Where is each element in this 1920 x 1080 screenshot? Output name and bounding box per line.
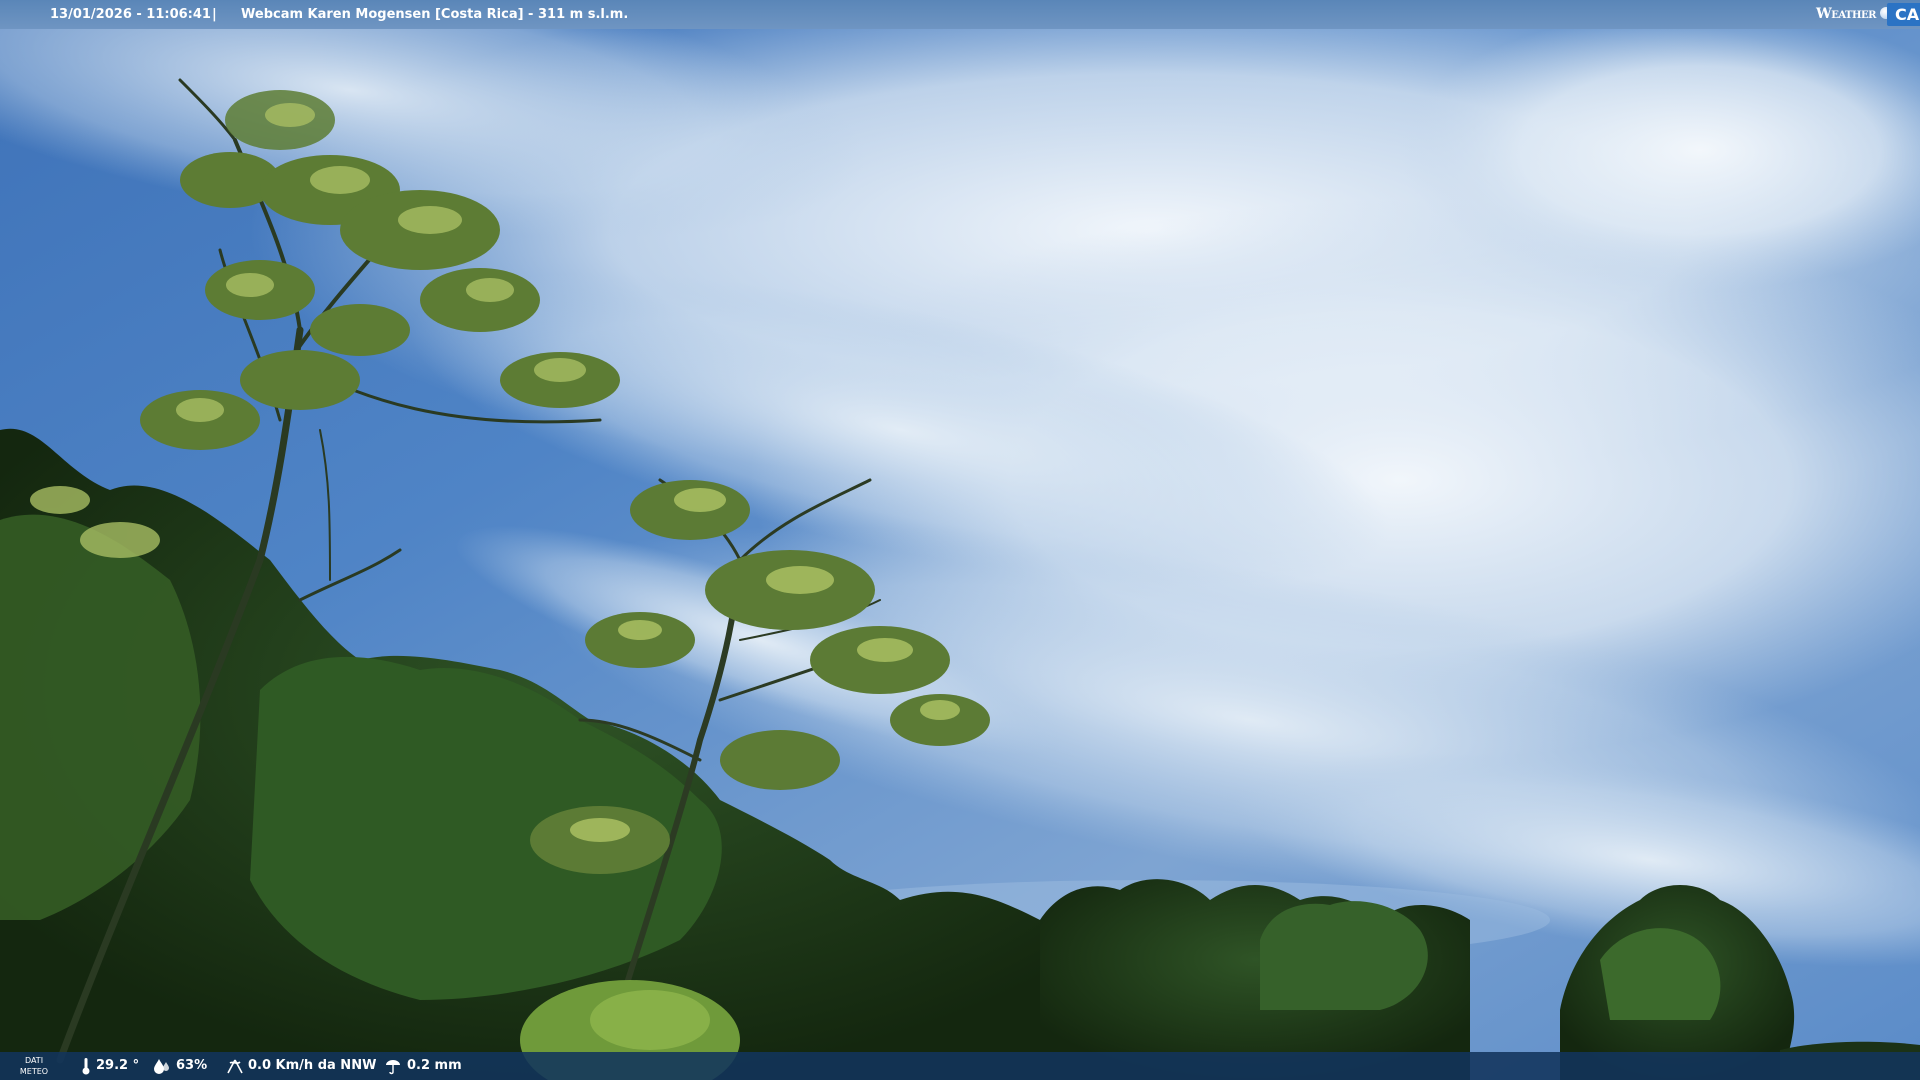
thermometer-icon xyxy=(82,1058,90,1075)
top-info-bar: 13/01/2026 - 11:06:41 | Webcam Karen Mog… xyxy=(0,0,1920,29)
logo-badge: CAM xyxy=(1887,3,1920,26)
weather-label-line1: DATI xyxy=(24,1056,44,1065)
wind-value: 0.0 Km/h da NNW xyxy=(248,1058,377,1073)
weather-data-bar: DATI METEO 29.2 ° 63% 0.0 Km/h da NNW 0.… xyxy=(0,1052,1920,1080)
temperature-reading: 29.2 ° xyxy=(80,1052,140,1080)
wind-reading: 0.0 Km/h da NNW xyxy=(226,1052,376,1080)
webcam-title: Webcam Karen Mogensen [Costa Rica] - 311… xyxy=(241,7,629,22)
weathercam-logo: Weather CAM xyxy=(1816,0,1920,29)
humidity-value: 63% xyxy=(176,1058,208,1073)
rain-value: 0.2 mm xyxy=(407,1058,462,1073)
separator: | xyxy=(212,7,217,22)
temperature-value: 29.2 ° xyxy=(96,1058,140,1073)
wind-icon xyxy=(227,1059,243,1074)
timestamp: 13/01/2026 - 11:06:41 xyxy=(50,7,211,22)
logo-word: Weather xyxy=(1816,6,1876,22)
rain-icon xyxy=(386,1060,400,1075)
weather-label-line2: METEO xyxy=(19,1067,49,1076)
webcam-frame: 13/01/2026 - 11:06:41 | Webcam Karen Mog… xyxy=(0,0,1920,1080)
humidity-reading: 63% xyxy=(152,1052,212,1080)
humidity-drop-icon xyxy=(154,1059,169,1074)
webcam-image xyxy=(0,0,1920,1080)
rain-reading: 0.2 mm xyxy=(384,1052,464,1080)
weather-data-label: DATI METEO xyxy=(14,1055,54,1077)
